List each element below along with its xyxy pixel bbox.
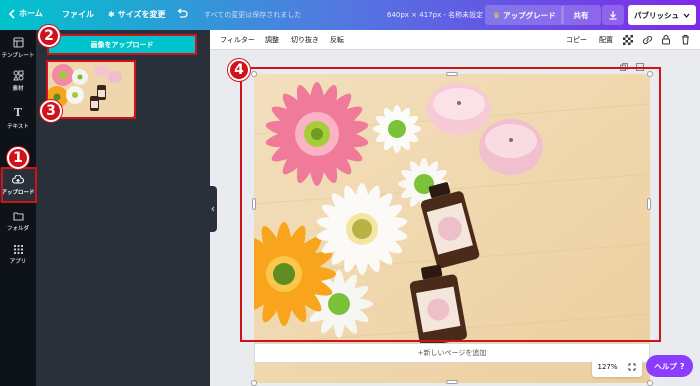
file-label: ファイル <box>62 10 94 19</box>
side-rail: テンプレート 素材 T テキスト アップロード フォルダ アプリ <box>0 30 36 386</box>
adjust-button[interactable]: 調整 <box>265 35 279 45</box>
save-status-text: すべての変更は保存されました <box>204 11 302 19</box>
annotation-badge-1: 1 <box>7 147 29 169</box>
copy-button[interactable]: コピー <box>566 35 587 45</box>
annotation-badge-4: 4 <box>228 59 250 81</box>
undo-button[interactable] <box>176 8 188 19</box>
share-button[interactable]: 共有 <box>561 5 601 25</box>
apps-icon <box>13 245 23 254</box>
chevron-left-icon <box>9 8 15 19</box>
top-bar: ホーム ファイル ✱ サイズを変更 すべての変更は保存されました 640px ×… <box>0 0 700 30</box>
home-button[interactable]: ホーム <box>9 8 43 19</box>
rail-label-folder: フォルダ <box>6 225 29 232</box>
help-button[interactable]: ヘルプ ? <box>646 355 693 377</box>
image-toolbar: フィルター 調整 切り抜き 反転 コピー 配置 <box>210 30 700 50</box>
resize-handle-bl[interactable] <box>251 380 257 386</box>
rail-item-templates[interactable]: テンプレート <box>0 30 36 66</box>
annotation-box-upload-button <box>47 34 197 55</box>
file-menu[interactable]: ファイル <box>62 9 94 20</box>
annotation-badge-2: 2 <box>38 25 60 47</box>
lock-icon[interactable] <box>661 34 671 45</box>
transparency-icon[interactable] <box>623 35 633 45</box>
download-icon <box>609 11 617 20</box>
rail-item-elements[interactable]: 素材 <box>0 63 36 99</box>
elements-icon <box>12 70 23 81</box>
home-label: ホーム <box>19 9 43 18</box>
position-button[interactable]: 配置 <box>599 35 613 45</box>
text-icon: T <box>13 106 23 119</box>
dimensions-text: 640px × 417px - 名称未設定 <box>387 11 484 19</box>
trash-icon[interactable] <box>681 34 690 45</box>
question-icon: ? <box>679 361 685 371</box>
undo-icon <box>177 8 188 18</box>
resize-button[interactable]: ✱ サイズを変更 <box>108 9 165 20</box>
resize-label: サイズを変更 <box>117 10 166 19</box>
sparkle-icon: ✱ <box>108 10 115 19</box>
add-new-page-button[interactable]: +新しいページを追加 <box>254 343 650 363</box>
zoom-level[interactable]: 127% <box>597 363 617 371</box>
publish-button[interactable]: パブリッシュ <box>628 5 696 25</box>
download-button[interactable] <box>602 5 624 25</box>
flip-button[interactable]: 反転 <box>330 35 344 45</box>
rail-item-folder[interactable]: フォルダ <box>0 203 36 239</box>
annotation-badge-3: 3 <box>40 100 62 122</box>
rail-label-elements: 素材 <box>12 86 24 92</box>
upgrade-label: アップグレード <box>503 10 556 20</box>
filter-button[interactable]: フィルター <box>220 35 255 45</box>
template-icon <box>12 37 24 48</box>
publish-label: パブリッシュ <box>634 10 679 20</box>
save-status: すべての変更は保存されました <box>204 10 301 20</box>
rail-label-templates: テンプレート <box>1 53 35 59</box>
document-dimensions[interactable]: 640px × 417px - 名称未設定 <box>387 10 483 20</box>
add-page-label: +新しいページを追加 <box>417 349 487 357</box>
share-label: 共有 <box>573 10 589 20</box>
rail-label-text: テキスト <box>7 124 29 130</box>
canva-editor: ホーム ファイル ✱ サイズを変更 すべての変更は保存されました 640px ×… <box>0 0 700 386</box>
rail-item-text[interactable]: T テキスト <box>0 100 36 136</box>
upgrade-button[interactable]: ♛ アップグレード <box>485 5 564 25</box>
rail-label-apps: アプリ <box>9 259 27 265</box>
link-icon[interactable] <box>642 35 653 45</box>
fullscreen-icon[interactable] <box>628 363 636 371</box>
annotation-box-canvas <box>240 67 661 342</box>
rail-item-apps[interactable]: アプリ <box>0 237 36 273</box>
zoom-control[interactable]: 127% <box>592 357 642 377</box>
crown-icon: ♛ <box>493 10 501 20</box>
chevron-down-icon <box>683 13 690 18</box>
resize-handle-br[interactable] <box>647 380 653 386</box>
help-label: ヘルプ <box>654 361 677 371</box>
resize-handle-bottom[interactable] <box>446 380 458 384</box>
annotation-box-upload-tab <box>1 167 37 203</box>
folder-icon <box>12 211 24 221</box>
crop-button[interactable]: 切り抜き <box>291 35 319 45</box>
